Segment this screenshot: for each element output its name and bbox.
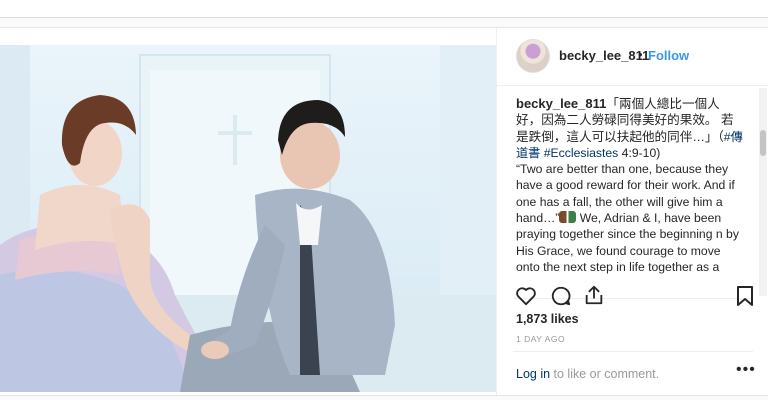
caption-scrollbar-track[interactable] [759,88,767,296]
bookmark-icon[interactable] [736,285,754,307]
header-separator: • [638,47,643,62]
post-sidebar: becky_lee_811 • Follow becky_lee_811「兩個人… [496,28,768,395]
divider [513,351,753,352]
login-prompt: Log in to like or comment. [516,367,659,381]
login-link[interactable]: Log in [516,367,550,381]
couple-emoji-icon [559,211,577,224]
couple-photo-illustration [0,45,496,392]
caption-username[interactable]: becky_lee_811 [516,96,606,111]
more-options-icon[interactable]: ••• [736,361,756,379]
caption-verse: 4:9-10) [621,145,661,160]
post-photo[interactable] [0,45,496,392]
user-avatar[interactable] [516,39,550,73]
post-caption: becky_lee_811「兩個人總比一個人好，因為二人勞碌同得美好的果效。 若… [516,96,744,276]
top-nav-bar [0,0,768,18]
hashtag-en[interactable]: #Ecclesiastes [544,146,619,160]
follow-button[interactable]: Follow [648,48,689,63]
share-icon[interactable] [583,284,605,306]
post-header: becky_lee_811 • Follow [497,28,768,86]
likes-count[interactable]: 1,873 likes [516,312,579,326]
instagram-post: becky_lee_811 • Follow becky_lee_811「兩個人… [0,27,768,396]
caption-scrollbar-thumb[interactable] [760,130,766,156]
login-prompt-text: to like or comment. [550,367,660,381]
heart-icon[interactable] [515,286,537,306]
divider [513,298,753,299]
comment-icon[interactable] [550,285,572,307]
header-username[interactable]: becky_lee_811 [559,48,649,63]
post-timestamp: 1 DAY AGO [516,334,566,344]
